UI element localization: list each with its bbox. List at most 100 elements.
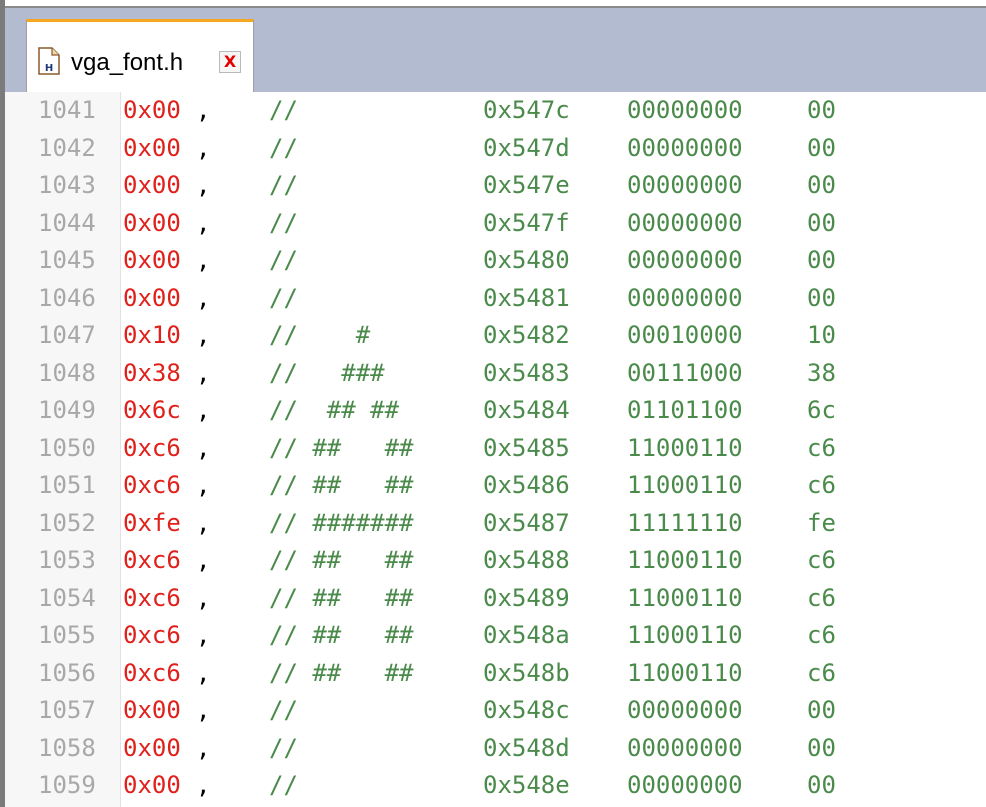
code-line[interactable]: 1048 0x38, // ### 0x5483 00111000 38 bbox=[5, 355, 986, 393]
code-line[interactable]: 1059 0x00,// 0x548e 00000000 00 bbox=[5, 767, 986, 805]
comment-value: 00 bbox=[807, 771, 836, 799]
code-line[interactable]: 1053 0xc6, // ## ## 0x5488 11000110 c6 bbox=[5, 542, 986, 580]
hex-literal: 0x00 bbox=[123, 733, 181, 762]
tab-label: vga_font.h bbox=[71, 49, 184, 76]
code-line[interactable]: 1044 0x00,// 0x547f 00000000 00 bbox=[5, 205, 986, 243]
comment-glyph: // bbox=[269, 283, 400, 312]
comment-bits: 11000110 bbox=[627, 658, 743, 687]
code-line[interactable]: 1054 0xc6, // ## ## 0x5489 11000110 c6 bbox=[5, 580, 986, 618]
comment-bits: 11000110 bbox=[627, 583, 743, 612]
comment-glyph: // bbox=[269, 208, 400, 237]
code-line[interactable]: 1046 0x00,// 0x5481 00000000 00 bbox=[5, 280, 986, 318]
comment-glyph: // ## ## bbox=[269, 396, 400, 424]
svg-text:H: H bbox=[45, 63, 53, 74]
comment-glyph: // ## ## bbox=[269, 546, 414, 574]
line-number: 1041 bbox=[38, 96, 96, 124]
comma-token: , bbox=[196, 583, 211, 612]
hex-literal: 0x00 bbox=[123, 771, 181, 799]
comment-bits: 00000000 bbox=[627, 771, 743, 799]
comment-address: 0x5485 bbox=[483, 433, 570, 462]
comment-address: 0x5489 bbox=[483, 583, 570, 612]
code-line[interactable]: 1050 0xc6, // ## ## 0x5485 11000110 c6 bbox=[5, 430, 986, 468]
comment-bits: 00000000 bbox=[627, 696, 743, 724]
code-line[interactable]: 1041 0x00,// 0x547c 00000000 00 bbox=[5, 92, 986, 130]
comment-bits: 00111000 bbox=[627, 358, 743, 387]
comment-address: 0x5482 bbox=[483, 321, 570, 349]
hex-literal: 0x00 bbox=[123, 208, 181, 237]
hex-literal: 0x00 bbox=[123, 171, 181, 199]
comma-token: , bbox=[196, 133, 211, 162]
line-number: 1059 bbox=[38, 771, 96, 799]
line-number: 1053 bbox=[38, 546, 96, 574]
close-tab-button[interactable]: X bbox=[219, 51, 241, 73]
comment-glyph: // ## ## bbox=[269, 471, 414, 499]
hex-literal: 0xc6 bbox=[123, 621, 181, 649]
comment-value: 00 bbox=[807, 133, 836, 162]
comment-glyph: // bbox=[269, 733, 400, 762]
comment-address: 0x547f bbox=[483, 208, 570, 237]
comment-bits: 00000000 bbox=[627, 96, 743, 124]
comma-token: , bbox=[196, 396, 211, 424]
comma-token: , bbox=[196, 283, 211, 312]
line-number: 1047 bbox=[38, 321, 96, 349]
line-number: 1050 bbox=[38, 433, 96, 462]
comma-token: , bbox=[196, 771, 211, 799]
comment-value: c6 bbox=[807, 471, 836, 499]
tab-vga-font-h[interactable]: H vga_font.h X bbox=[26, 19, 254, 94]
comment-value: 00 bbox=[807, 171, 836, 199]
comma-token: , bbox=[196, 733, 211, 762]
comment-value: 00 bbox=[807, 696, 836, 724]
hex-literal: 0x10 bbox=[123, 321, 181, 349]
code-line[interactable]: 1052 0xfe, // ####### 0x5487 11111110 fe bbox=[5, 505, 986, 543]
line-number: 1051 bbox=[38, 471, 96, 499]
hex-literal: 0xc6 bbox=[123, 546, 181, 574]
code-line[interactable]: 1049 0x6c, // ## ## 0x5484 01101100 6c bbox=[5, 392, 986, 430]
tab-bar: H vga_font.h X bbox=[5, 6, 986, 94]
code-line[interactable]: 1047 0x10, // # 0x5482 00010000 10 bbox=[5, 317, 986, 355]
comment-value: 6c bbox=[807, 396, 836, 424]
code-lines: 1041 0x00,// 0x547c 00000000 00 1042 0x00,// … bbox=[5, 92, 986, 805]
hex-literal: 0x00 bbox=[123, 283, 181, 312]
comma-token: , bbox=[196, 433, 211, 462]
line-number: 1056 bbox=[38, 658, 96, 687]
code-editor[interactable]: 1041 0x00,// 0x547c 00000000 00 1042 0x00,// … bbox=[5, 92, 986, 807]
comment-bits: 00000000 bbox=[627, 283, 743, 312]
header-file-icon: H bbox=[38, 47, 60, 75]
line-number: 1048 bbox=[38, 358, 96, 387]
code-line[interactable]: 1058 0x00,// 0x548d 00000000 00 bbox=[5, 730, 986, 768]
hex-literal: 0x00 bbox=[123, 696, 181, 724]
comment-address: 0x5484 bbox=[483, 396, 570, 424]
line-number: 1044 bbox=[38, 208, 96, 237]
comment-address: 0x547c bbox=[483, 96, 570, 124]
code-line[interactable]: 1056 0xc6, // ## ## 0x548b 11000110 c6 bbox=[5, 655, 986, 693]
code-line[interactable]: 1055 0xc6, // ## ## 0x548a 11000110 c6 bbox=[5, 617, 986, 655]
comment-bits: 11000110 bbox=[627, 621, 743, 649]
comment-glyph: // # bbox=[269, 321, 400, 349]
comment-value: 00 bbox=[807, 96, 836, 124]
code-line[interactable]: 1043 0x00,// 0x547e 00000000 00 bbox=[5, 167, 986, 205]
comment-value: c6 bbox=[807, 658, 836, 687]
comment-glyph: // bbox=[269, 696, 400, 724]
hex-literal: 0x00 bbox=[123, 96, 181, 124]
comment-bits: 11000110 bbox=[627, 471, 743, 499]
code-line[interactable]: 1042 0x00,// 0x547d 00000000 00 bbox=[5, 130, 986, 168]
line-number: 1045 bbox=[38, 246, 96, 274]
comment-glyph: // bbox=[269, 771, 400, 799]
comment-glyph: // ## ## bbox=[269, 658, 414, 687]
comment-bits: 11000110 bbox=[627, 433, 743, 462]
comment-value: 00 bbox=[807, 246, 836, 274]
comment-bits: 01101100 bbox=[627, 396, 743, 424]
comment-glyph: // ## ## bbox=[269, 433, 414, 462]
comment-address: 0x5488 bbox=[483, 546, 570, 574]
comment-address: 0x5486 bbox=[483, 471, 570, 499]
code-line[interactable]: 1045 0x00,// 0x5480 00000000 00 bbox=[5, 242, 986, 280]
code-line[interactable]: 1057 0x00,// 0x548c 00000000 00 bbox=[5, 692, 986, 730]
comment-address: 0x547d bbox=[483, 133, 570, 162]
comment-bits: 11000110 bbox=[627, 546, 743, 574]
code-line[interactable]: 1051 0xc6, // ## ## 0x5486 11000110 c6 bbox=[5, 467, 986, 505]
comment-address: 0x547e bbox=[483, 171, 570, 199]
comment-address: 0x5487 bbox=[483, 508, 570, 537]
comment-address: 0x548a bbox=[483, 621, 570, 649]
comment-value: 10 bbox=[807, 321, 836, 349]
comment-value: 00 bbox=[807, 733, 836, 762]
